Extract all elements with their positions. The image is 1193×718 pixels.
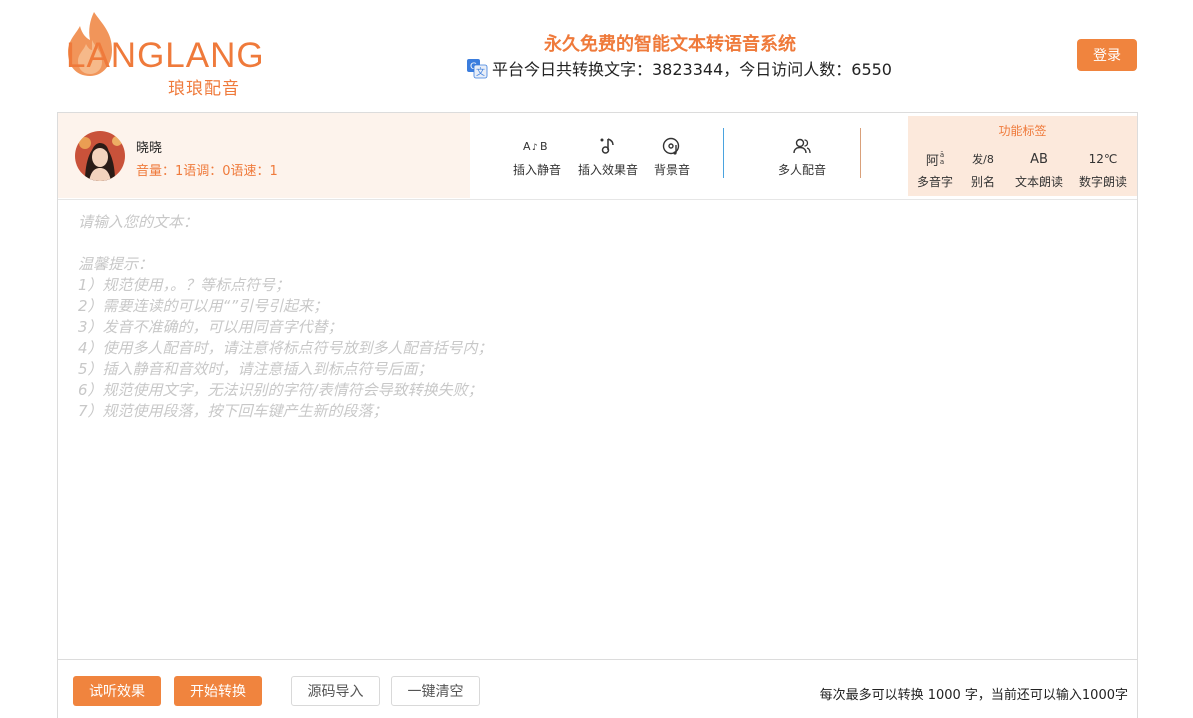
svg-text:A: A bbox=[523, 140, 531, 153]
editor-panel: 晓晓 音量：1语调：0语速：1 A ♪ B 插入静音 插入效果音 背景音 多人配… bbox=[57, 112, 1138, 660]
insert-silence-label: 插入静音 bbox=[513, 163, 562, 177]
polyphone-label: 多音字 bbox=[917, 175, 954, 189]
text-read-icon-text: AB bbox=[1030, 151, 1048, 167]
function-tags: 功能标签 阿āa 多音字 发/8 别名 AB 文本朗读 12℃ 数字朗读 bbox=[908, 116, 1137, 196]
stats-text: 平台今日共转换文字：3823344，今日访问人数：6550 bbox=[492, 60, 892, 79]
insert-silence-button[interactable]: A ♪ B 插入静音 bbox=[513, 135, 561, 178]
number-read-tag-button[interactable]: 12℃ 数字朗读 bbox=[1079, 148, 1127, 190]
avatar[interactable] bbox=[75, 131, 125, 181]
alias-tag-button[interactable]: 发/8 别名 bbox=[971, 148, 995, 190]
import-source-button[interactable]: 源码导入 bbox=[291, 676, 380, 706]
users-icon bbox=[778, 135, 826, 157]
text-read-icon: AB bbox=[1015, 148, 1063, 170]
insert-effect-label: 插入效果音 bbox=[578, 163, 639, 177]
music-note-icon bbox=[578, 135, 638, 157]
background-music-button[interactable]: 背景音 bbox=[654, 135, 690, 178]
alias-icon: 发/8 bbox=[972, 152, 994, 167]
stats-bar: G 文 平台今日共转换文字：3823344，今日访问人数：6550 bbox=[466, 56, 892, 80]
polyphone-tag-button[interactable]: 阿āa 多音字 bbox=[917, 148, 953, 190]
svg-text:B: B bbox=[540, 140, 548, 153]
translate-icon: G 文 bbox=[467, 59, 488, 79]
polyphone-icon: 阿āa bbox=[925, 151, 945, 169]
tags-title: 功能标签 bbox=[998, 124, 1047, 138]
number-read-label: 数字朗读 bbox=[1079, 175, 1128, 189]
text-read-label: 文本朗读 bbox=[1015, 175, 1064, 189]
svg-text:♪: ♪ bbox=[532, 143, 538, 153]
background-music-label: 背景音 bbox=[654, 163, 691, 177]
toolbar-divider bbox=[723, 128, 724, 178]
voice-params: 音量：1语调：0语速：1 bbox=[136, 164, 278, 179]
text-read-tag-button[interactable]: AB 文本朗读 bbox=[1015, 148, 1063, 190]
start-convert-button[interactable]: 开始转换 bbox=[174, 676, 262, 706]
text-input[interactable] bbox=[58, 200, 1137, 659]
multi-voice-button[interactable]: 多人配音 bbox=[778, 135, 826, 178]
number-read-icon-text: 12℃ bbox=[1088, 152, 1118, 166]
alias-label: 别名 bbox=[971, 175, 996, 189]
insert-effect-button[interactable]: 插入效果音 bbox=[578, 135, 638, 178]
logo-subtitle: 琅琅配音 bbox=[168, 79, 240, 99]
voice-selector[interactable]: 晓晓 音量：1语调：0语速：1 bbox=[58, 113, 470, 198]
toolbar-divider bbox=[860, 128, 861, 178]
avatar-portrait-icon bbox=[75, 131, 125, 181]
silence-icon: A ♪ B bbox=[513, 135, 561, 157]
polyphone-icon-text: 阿 bbox=[925, 153, 939, 169]
page-title: 永久免费的智能文本转语音系统 bbox=[544, 34, 796, 55]
login-button[interactable]: 登录 bbox=[1077, 39, 1137, 71]
char-limit-note: 每次最多可以转换 1000 字，当前还可以输入1000字 bbox=[819, 688, 1128, 703]
disc-music-icon bbox=[654, 135, 690, 157]
number-read-icon: 12℃ bbox=[1079, 148, 1127, 170]
voice-name: 晓晓 bbox=[136, 141, 163, 156]
multi-voice-label: 多人配音 bbox=[778, 163, 827, 177]
clear-all-button[interactable]: 一键清空 bbox=[391, 676, 480, 706]
try-listen-button[interactable]: 试听效果 bbox=[73, 676, 161, 706]
toolbar: 晓晓 音量：1语调：0语速：1 A ♪ B 插入静音 插入效果音 背景音 多人配… bbox=[58, 113, 1137, 200]
alias-icon-text: 发 bbox=[972, 153, 984, 166]
svg-text:文: 文 bbox=[476, 66, 485, 78]
footer-bar: 试听效果 开始转换 源码导入 一键清空 每次最多可以转换 1000 字，当前还可… bbox=[57, 660, 1138, 718]
